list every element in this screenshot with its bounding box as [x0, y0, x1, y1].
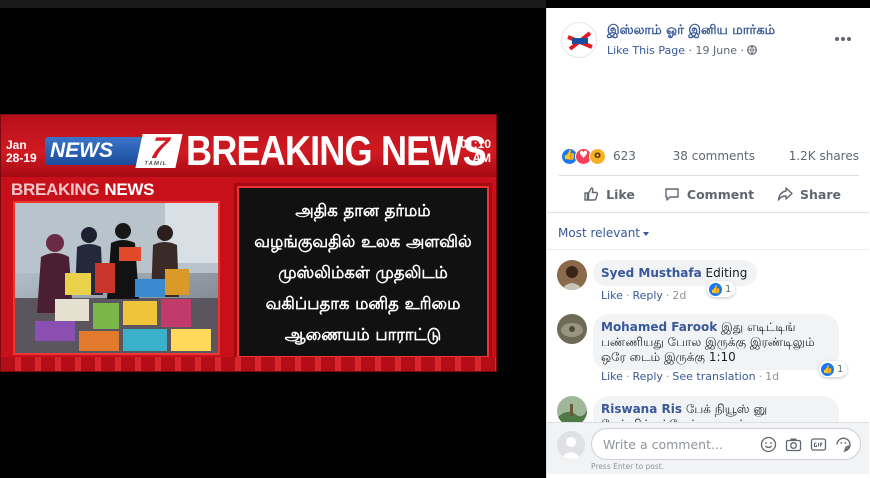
post-header: இஸ்லாம் ஓர் இனிய மார்கம் Like This Page … — [559, 22, 859, 62]
page-logo-icon — [564, 25, 596, 57]
default-user-icon — [557, 431, 585, 459]
like-button[interactable]: Like — [559, 176, 659, 212]
comment-composer: Write a comment... Press Enter to post. — [547, 422, 869, 474]
share-icon — [777, 187, 793, 201]
comment-like-link[interactable]: Like — [601, 289, 623, 302]
like-page-link[interactable]: Like This Page — [607, 44, 685, 57]
comment-button[interactable]: Comment — [659, 176, 759, 212]
breaking-news-subtitle: BREAKING NEWS — [11, 179, 226, 201]
sub-news: NEWS — [104, 180, 155, 199]
avatar[interactable] — [557, 314, 587, 344]
reaction-icons[interactable]: 👍 ♥ o — [561, 148, 611, 166]
comments-filter-label: Most relevant — [558, 226, 641, 240]
news-headline-box: அதிக தான தர்மம் வழங்குவதில் உலக அளவில் ம… — [234, 183, 492, 361]
news-date: Jan 28-19 — [6, 138, 37, 165]
gif-icon[interactable] — [810, 436, 827, 453]
wow-reaction-icon: o — [589, 148, 606, 165]
emoji-icon[interactable] — [760, 436, 777, 453]
post-sidebar: இஸ்லாம் ஓர் இனிய மார்கம் Like This Page … — [546, 8, 870, 478]
post-stats: 👍 ♥ o 623 38 comments 1.2K shares — [561, 148, 859, 166]
composer-hint: Press Enter to post. — [591, 462, 665, 471]
stage: Jan 28-19 NEWS 7 TAMIL BREAKING NEWS 01:1… — [0, 0, 870, 478]
camera-icon[interactable] — [785, 436, 802, 453]
comment-input[interactable]: Write a comment... — [591, 428, 861, 460]
comment-reaction-count: 1 — [725, 283, 732, 295]
avatar — [557, 431, 585, 459]
post-actions: Like Comment Share — [559, 176, 859, 212]
comment-reaction-badge[interactable]: 👍 1 — [819, 361, 848, 377]
more-options-icon[interactable] — [835, 26, 855, 41]
post-meta: Like This Page · 19 June · — [607, 44, 758, 58]
comment-item: Syed Musthafa Editing 👍 1 Like · Reply · 2d — [557, 260, 857, 304]
share-button[interactable]: Share — [759, 176, 859, 212]
comment-text: Editing — [705, 266, 748, 280]
breaking-news-title: BREAKING NEWS — [186, 127, 487, 174]
user-photo-icon — [557, 314, 587, 344]
comment-input-placeholder: Write a comment... — [603, 437, 723, 452]
filter-divider — [547, 249, 869, 250]
news-logo-text: NEWS — [45, 137, 143, 165]
post-date[interactable]: 19 June — [696, 44, 737, 57]
news-photo-illustration — [15, 203, 218, 353]
post-image[interactable]: Jan 28-19 NEWS 7 TAMIL BREAKING NEWS 01:1… — [0, 114, 497, 372]
thumbs-up-icon — [584, 187, 599, 201]
media-viewer: Jan 28-19 NEWS 7 TAMIL BREAKING NEWS 01:1… — [0, 0, 546, 478]
share-button-label: Share — [800, 186, 841, 202]
comment-button-label: Comment — [686, 186, 755, 202]
comment-reaction-count: 1 — [837, 363, 844, 375]
page-avatar[interactable] — [561, 22, 597, 58]
news7-logo: NEWS 7 TAMIL — [45, 132, 183, 168]
comment-time[interactable]: 2d — [672, 289, 686, 302]
avatar[interactable] — [557, 260, 587, 290]
like-reaction-icon: 👍 — [709, 282, 722, 296]
comment-icon — [665, 188, 679, 201]
comment-author[interactable]: Riswana Ris — [601, 402, 682, 416]
comment-author[interactable]: Mohamed Farook — [601, 320, 717, 334]
divider-comments — [547, 212, 869, 213]
comment-bubble: Syed Musthafa Editing — [593, 260, 758, 286]
comment-like-link[interactable]: Like — [601, 370, 623, 383]
like-reaction-icon: 👍 — [821, 362, 834, 376]
sub-breaking: BREAKING — [11, 180, 100, 199]
news-time: 01:10 AM — [460, 137, 491, 165]
comment-actions: Like · Reply · 2d — [601, 289, 687, 302]
top-band — [0, 0, 546, 8]
comment-time[interactable]: 1d — [765, 370, 779, 383]
reactions-count[interactable]: 623 — [613, 149, 636, 163]
globe-icon — [747, 45, 758, 55]
news-photo — [13, 201, 220, 355]
comment-author[interactable]: Syed Musthafa — [601, 266, 702, 280]
like-button-label: Like — [606, 186, 635, 202]
news-bottom-strip — [1, 357, 496, 371]
sticker-icon[interactable] — [835, 436, 852, 453]
news-logo-number: 7 TAMIL — [135, 132, 183, 168]
chevron-down-icon — [643, 231, 650, 236]
news-banner: Jan 28-19 NEWS 7 TAMIL BREAKING NEWS 01:1… — [1, 115, 496, 177]
comment-reply-link[interactable]: Reply — [632, 370, 662, 383]
comment-actions: Like · Reply · See translation · 1d — [601, 370, 780, 383]
page-name[interactable]: இஸ்லாம் ஓர் இனிய மார்கம் — [607, 22, 775, 40]
comment-reaction-badge[interactable]: 👍 1 — [707, 281, 736, 297]
meta-separator: · — [688, 44, 693, 57]
composer-icons — [760, 436, 852, 453]
meta-separator-2: · — [740, 44, 744, 57]
comment-reply-link[interactable]: Reply — [632, 289, 662, 302]
news-logo-tag: TAMIL — [143, 161, 168, 167]
comments-count[interactable]: 38 comments — [673, 149, 755, 163]
user-photo-icon — [557, 260, 587, 290]
news-headline: அதிக தான தர்மம் வழங்குவதில் உலக அளவில் ம… — [254, 200, 472, 344]
comment-item: Mohamed Farook இது எடிட்டிங் பண்ணியது போ… — [557, 314, 857, 390]
see-translation-link[interactable]: See translation — [672, 370, 755, 383]
shares-count[interactable]: 1.2K shares — [789, 149, 859, 163]
comment-bubble: Mohamed Farook இது எடிட்டிங் பண்ணியது போ… — [593, 314, 839, 370]
comments-filter-dropdown[interactable]: Most relevant — [558, 226, 650, 240]
